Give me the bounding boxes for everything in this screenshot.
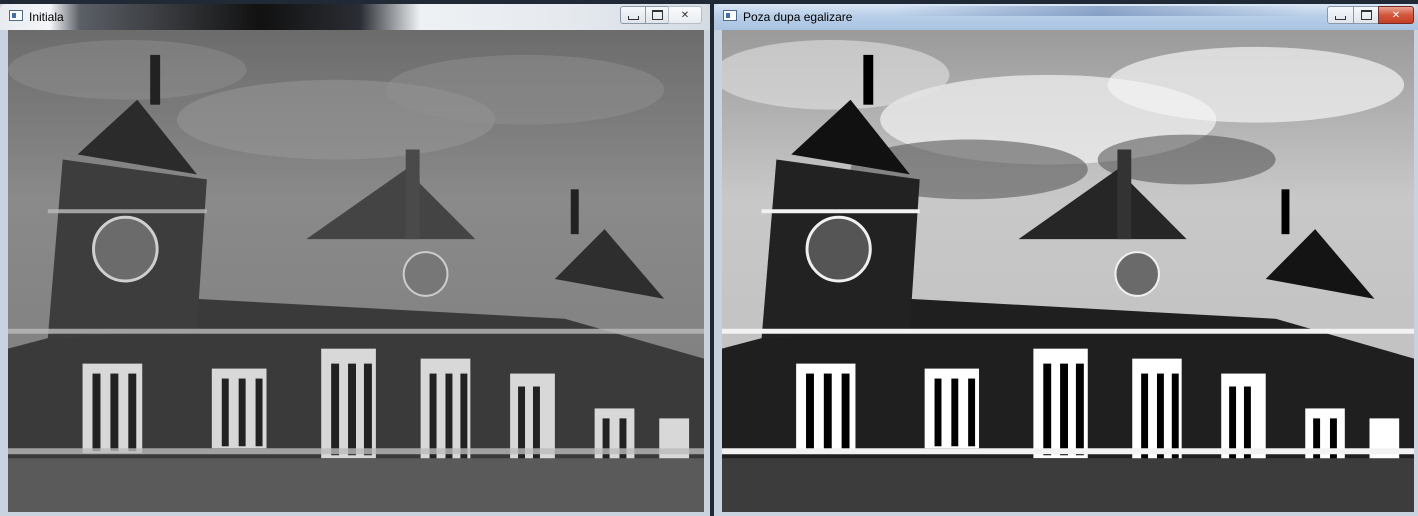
building-photo [8,39,704,512]
window-title: Poza dupa egalizare [743,10,853,24]
building-photo-equalized [722,39,1414,512]
image-canvas [722,30,1414,512]
maximize-button[interactable] [645,6,669,24]
maximize-button[interactable] [1353,6,1379,24]
app-window-icon [9,10,23,21]
minimize-button[interactable] [1327,6,1354,24]
title-bar[interactable]: Initiala ✕ [0,4,710,30]
image-canvas [8,30,704,512]
maximize-icon [1360,10,1372,20]
window-poza-dupa-egalizare[interactable]: Poza dupa egalizare ✕ [714,4,1418,516]
app-window-icon [723,10,737,21]
close-button[interactable]: ✕ [1378,6,1414,24]
minimize-icon [627,16,639,20]
minimize-icon [1335,16,1346,20]
minimize-button[interactable] [620,6,646,24]
window-initiala[interactable]: Initiala ✕ [0,4,710,516]
window-title: Initiala [29,10,64,24]
close-icon: ✕ [680,9,690,21]
close-icon: ✕ [1391,9,1401,21]
maximize-icon [651,10,663,20]
close-button[interactable]: ✕ [668,6,702,24]
title-bar[interactable]: Poza dupa egalizare ✕ [714,4,1418,30]
